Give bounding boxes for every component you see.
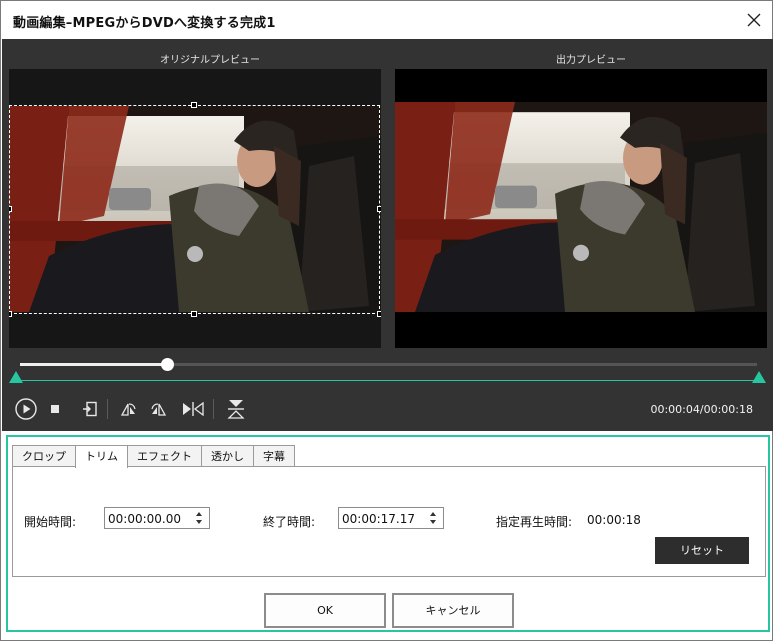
- end-time-increment-icon[interactable]: [430, 512, 436, 516]
- crop-handle-bottom-left[interactable]: [9, 311, 12, 317]
- crop-handle-bottom-right[interactable]: [377, 311, 381, 317]
- crop-selection-box[interactable]: [9, 105, 380, 314]
- tab-watermark[interactable]: 透かし: [201, 445, 254, 467]
- flip-horizontal-button[interactable]: [181, 397, 205, 421]
- reset-button[interactable]: リセット: [655, 537, 749, 564]
- start-time-input[interactable]: 00:00:00.00: [104, 507, 210, 529]
- tab-trim[interactable]: トリム: [75, 445, 128, 468]
- start-time-spinner: [196, 510, 204, 526]
- rotate-right-button[interactable]: [147, 397, 169, 421]
- flip-vertical-icon: [227, 400, 245, 419]
- duration-label: 指定再生時間:: [496, 515, 573, 529]
- output-preview: [395, 69, 767, 348]
- crop-handle-top[interactable]: [191, 102, 197, 108]
- time-display: 00:00:04/00:00:18: [650, 403, 753, 416]
- window-title: 動画編集–MPEGからDVDへ変換する完成1: [13, 16, 276, 31]
- trim-panel: 開始時間: 00:00:00.00 終了時間: 00:00:17.17 指定再生…: [12, 466, 766, 577]
- tab-crop[interactable]: クロップ: [12, 445, 76, 467]
- end-time-input[interactable]: 00:00:17.17: [338, 507, 444, 529]
- current-time: 00:00:04: [650, 403, 700, 416]
- close-button[interactable]: [742, 8, 766, 32]
- crop-handle-bottom[interactable]: [191, 311, 197, 317]
- playback-progress-knob[interactable]: [161, 358, 175, 371]
- start-time-decrement-icon[interactable]: [196, 520, 202, 524]
- start-time-increment-icon[interactable]: [196, 512, 202, 516]
- preview-area: オリジナルプレビュー 出力プレビュー 00:00:04/00:00:18: [2, 39, 773, 431]
- end-time-label: 終了時間:: [263, 515, 316, 529]
- crop-handle-right[interactable]: [377, 206, 381, 212]
- rotate-left-button[interactable]: [118, 397, 140, 421]
- end-time-spinner: [430, 510, 438, 526]
- end-time-decrement-icon[interactable]: [430, 520, 436, 524]
- stop-button[interactable]: [46, 397, 64, 421]
- toolbar-separator: [213, 399, 214, 419]
- playback-progress-track[interactable]: [20, 358, 757, 371]
- edit-panel: クロップ トリム エフェクト 透かし 字幕 開始時間: 00:00:00.00 …: [6, 435, 770, 632]
- close-icon: [747, 13, 761, 27]
- play-button[interactable]: [14, 397, 38, 421]
- toolbar-separator: [107, 399, 108, 419]
- snapshot-icon: [83, 401, 97, 417]
- original-preview[interactable]: [9, 69, 381, 348]
- rotate-left-icon: [120, 403, 136, 416]
- ok-button[interactable]: OK: [264, 593, 386, 628]
- total-time: 00:00:18: [703, 403, 753, 416]
- title-bar: 動画編集–MPEGからDVDへ変換する完成1: [1, 1, 772, 39]
- playback-progress-fill: [20, 363, 168, 366]
- stop-icon: [51, 405, 59, 413]
- video-edit-dialog: 動画編集–MPEGからDVDへ変換する完成1 オリジナルプレビュー 出力プレビュ…: [0, 0, 773, 641]
- snapshot-button[interactable]: [79, 397, 101, 421]
- edit-tabs: クロップ トリム エフェクト 透かし 字幕: [12, 445, 295, 468]
- trim-end-marker[interactable]: [752, 371, 766, 383]
- video-frame-image: [395, 102, 767, 312]
- output-preview-label: 出力プレビュー: [556, 55, 626, 66]
- original-preview-label: オリジナルプレビュー: [160, 55, 260, 66]
- play-icon: [15, 398, 37, 420]
- trim-start-marker[interactable]: [9, 371, 23, 383]
- duration-value: 00:00:18: [587, 513, 641, 527]
- start-time-value: 00:00:00.00: [108, 512, 181, 526]
- crop-handle-left[interactable]: [9, 206, 12, 212]
- start-time-label: 開始時間:: [24, 515, 77, 529]
- flip-vertical-button[interactable]: [224, 397, 248, 421]
- cancel-button[interactable]: キャンセル: [392, 593, 514, 628]
- flip-horizontal-icon: [183, 401, 204, 417]
- trim-range-line: [14, 380, 761, 381]
- tab-effect[interactable]: エフェクト: [127, 445, 202, 467]
- rotate-right-icon: [151, 403, 167, 416]
- tab-subtitle[interactable]: 字幕: [253, 445, 295, 467]
- end-time-value: 00:00:17.17: [342, 512, 415, 526]
